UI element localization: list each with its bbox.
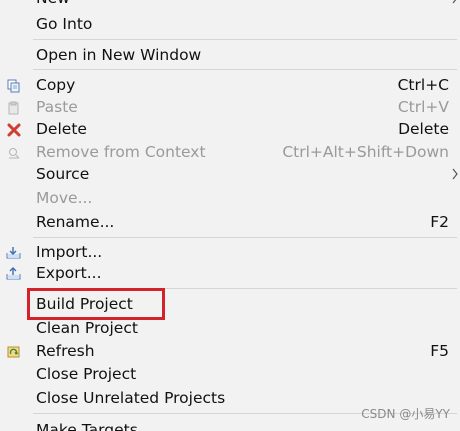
menu-item-label: Paste — [36, 98, 78, 116]
menu-item-refresh[interactable]: Refresh F5 — [0, 340, 460, 363]
menu-item-copy[interactable]: Copy Ctrl+C — [0, 74, 460, 97]
menu-item-label: Go Into — [36, 15, 93, 33]
export-icon — [6, 266, 22, 282]
menu-item-go-into[interactable]: Go Into — [0, 13, 460, 36]
menu-item-label: Close Unrelated Projects — [36, 389, 226, 407]
menu-item-paste: Paste Ctrl+V — [0, 96, 460, 119]
menu-item-rename[interactable]: Rename... F2 — [0, 211, 460, 234]
menu-item-shortcut: Ctrl+Alt+Shift+Down — [282, 143, 449, 161]
context-menu: New Go Into Open in New Window Copy Ctrl… — [0, 0, 460, 431]
menu-item-label: Clean Project — [36, 319, 138, 337]
menu-separator — [33, 69, 457, 70]
menu-item-clean-project[interactable]: Clean Project — [0, 317, 460, 340]
menu-item-delete[interactable]: Delete Delete — [0, 118, 460, 141]
menu-item-shortcut: F2 — [430, 213, 449, 231]
delete-icon — [6, 122, 22, 138]
menu-item-label: New — [36, 0, 70, 8]
menu-item-label: Close Project — [36, 365, 137, 383]
menu-item-source[interactable]: Source — [0, 163, 460, 186]
menu-item-label: Source — [36, 165, 90, 183]
menu-item-label: Refresh — [36, 342, 95, 360]
copy-icon — [6, 78, 22, 94]
menu-item-label: Delete — [36, 120, 87, 138]
menu-item-label: Export... — [36, 264, 102, 282]
submenu-arrow-icon — [452, 0, 457, 4]
menu-item-remove-from-context: Remove from Context Ctrl+Alt+Shift+Down — [0, 141, 460, 164]
menu-item-shortcut: Ctrl+V — [397, 98, 449, 116]
paste-icon — [6, 100, 22, 116]
menu-item-open-in-new-window[interactable]: Open in New Window — [0, 44, 460, 67]
menu-item-label: Rename... — [36, 213, 115, 231]
menu-item-close-project[interactable]: Close Project — [0, 363, 460, 386]
menu-item-shortcut: Ctrl+C — [397, 76, 449, 94]
menu-item-label: Copy — [36, 76, 76, 94]
menu-item-shortcut: Delete — [398, 120, 449, 138]
menu-item-label: Move... — [36, 189, 93, 207]
menu-separator — [33, 237, 457, 238]
menu-item-move: Move... — [0, 187, 460, 210]
highlight-box — [27, 288, 165, 320]
menu-item-label: Import... — [36, 243, 103, 261]
menu-item-export[interactable]: Export... — [0, 262, 460, 285]
menu-item-import[interactable]: Import... — [0, 241, 460, 264]
refresh-icon — [6, 344, 22, 360]
menu-item-label: Make Targets — [36, 421, 138, 431]
menu-item-shortcut: F5 — [430, 342, 449, 360]
menu-item-label: Remove from Context — [36, 143, 206, 161]
remove-from-context-icon — [6, 145, 22, 161]
import-icon — [6, 245, 22, 261]
menu-item-label: Open in New Window — [36, 46, 202, 64]
watermark: CSDN @小易YY — [361, 407, 450, 421]
submenu-arrow-icon — [452, 168, 458, 180]
menu-separator — [33, 39, 457, 40]
menu-item-new[interactable]: New — [0, 0, 460, 10]
